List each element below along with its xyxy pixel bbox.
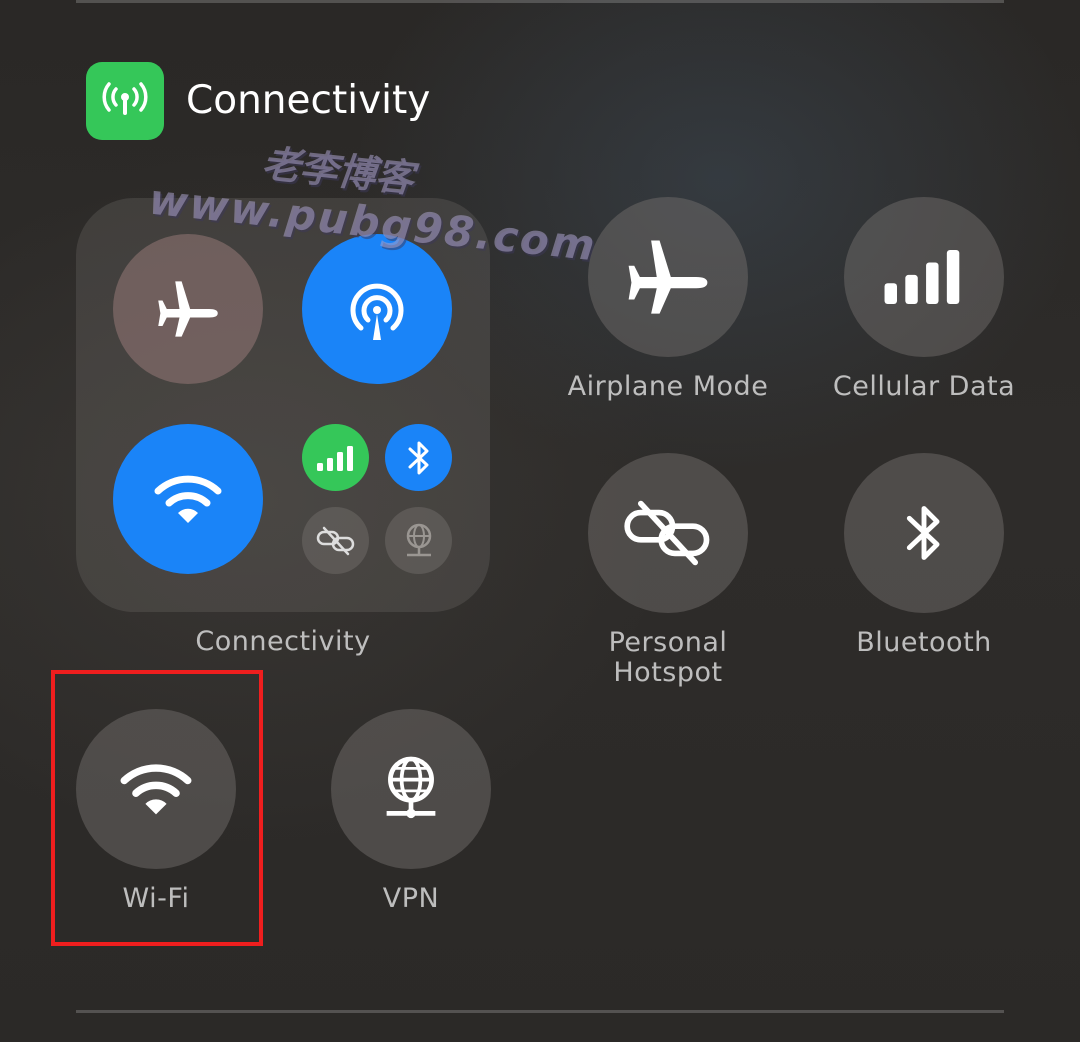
wifi-icon [154,475,222,523]
watermark-chinese: 老李博客 [259,141,416,201]
module-wifi-button[interactable] [113,424,263,574]
airplane-icon [158,281,218,337]
personal-hotspot-label-line1: Personal [608,627,728,658]
cellular-data-button[interactable] [844,197,1004,357]
top-divider [76,0,1004,3]
vpn-globe-icon [406,523,431,556]
module-hotspot-button[interactable] [302,507,369,574]
bluetooth-icon [906,506,940,560]
bluetooth-button[interactable] [844,453,1004,613]
cellular-bars-icon [316,445,353,471]
wifi-highlight-box [51,670,263,946]
antenna-icon [102,82,148,115]
cellular-data-label: Cellular Data [832,371,1016,402]
vpn-label: VPN [382,883,440,914]
bluetooth-label: Bluetooth [856,627,992,658]
connectivity-header-icon [86,62,164,140]
page-title: Connectivity [186,78,431,123]
bluetooth-icon [408,441,428,474]
personal-hotspot-label-line2: Hotspot [613,657,723,688]
module-airplane-button[interactable] [113,234,263,384]
airplane-mode-label: Airplane Mode [567,371,769,402]
module-vpn-button[interactable] [385,507,452,574]
airdrop-icon [350,283,404,340]
hotspot-link-icon [624,500,710,566]
hotspot-link-icon [316,526,354,555]
personal-hotspot-label: Personal Hotspot [548,628,788,688]
airplane-mode-button[interactable] [588,197,748,357]
personal-hotspot-button[interactable] [588,453,748,613]
bottom-divider [76,1010,1004,1013]
connectivity-module[interactable] [76,198,490,612]
module-bluetooth-button[interactable] [385,424,452,491]
cellular-bars-icon [884,250,960,304]
airplane-icon [628,240,708,314]
vpn-button[interactable] [331,709,491,869]
vpn-globe-icon [386,756,436,819]
module-label: Connectivity [195,626,371,657]
module-cellular-button[interactable] [302,424,369,491]
module-airdrop-button[interactable] [302,234,452,384]
